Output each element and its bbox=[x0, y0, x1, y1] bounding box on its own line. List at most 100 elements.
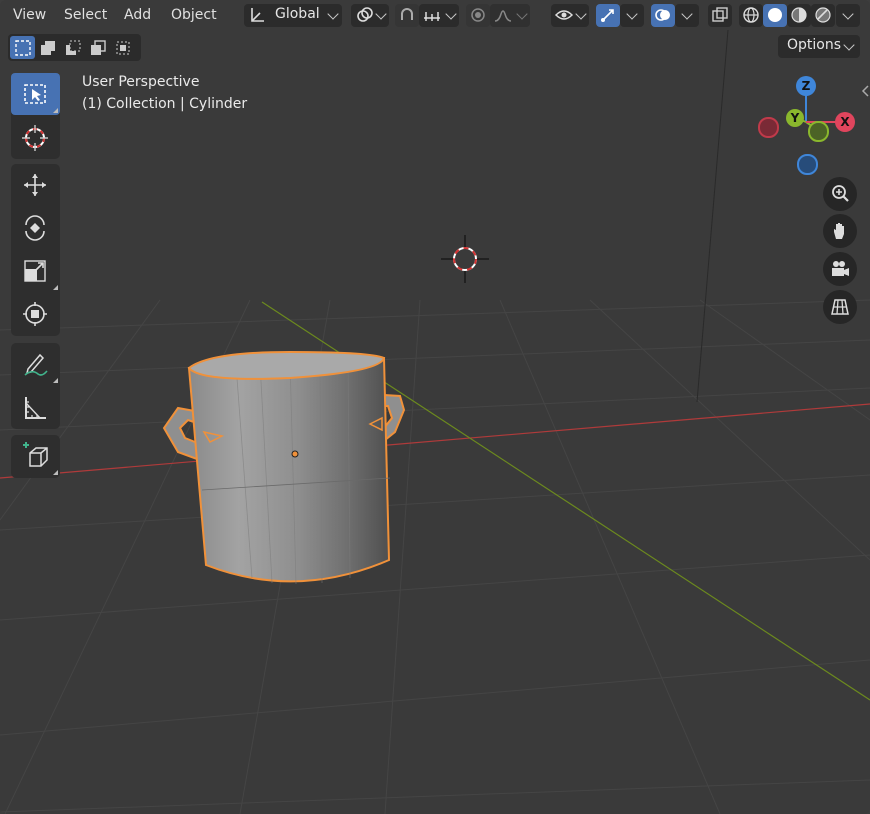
object-origin bbox=[291, 450, 299, 458]
select-mode-invert[interactable] bbox=[85, 36, 110, 59]
transform-tool[interactable] bbox=[11, 293, 60, 335]
shading-solid-button[interactable] bbox=[763, 4, 787, 27]
add-cube-icon bbox=[23, 442, 48, 467]
camera-view-button[interactable] bbox=[823, 252, 857, 286]
pan-button[interactable] bbox=[823, 214, 857, 248]
toolbar-group-select bbox=[11, 73, 60, 159]
menu-view[interactable]: View bbox=[5, 0, 54, 30]
gizmo-icon bbox=[601, 9, 614, 22]
3d-cursor bbox=[441, 235, 489, 283]
gizmo-x-axis[interactable]: X bbox=[835, 112, 855, 132]
cursor-tool[interactable] bbox=[11, 117, 60, 159]
tool-options-corner bbox=[53, 108, 58, 113]
pencil-icon bbox=[24, 353, 48, 376]
gizmo-y-axis[interactable]: Y bbox=[786, 109, 804, 127]
axis-orientation-icon bbox=[251, 8, 264, 22]
select-mode-extend[interactable] bbox=[35, 36, 60, 59]
rotate-tool[interactable] bbox=[11, 207, 60, 249]
selection-mode-group bbox=[8, 34, 141, 61]
cursor-crosshair-icon bbox=[22, 125, 48, 151]
snap-target-dropdown[interactable] bbox=[419, 4, 459, 27]
select-subtract-icon bbox=[66, 40, 81, 55]
menu-add[interactable]: Add bbox=[116, 0, 159, 30]
overlays-toggle[interactable] bbox=[651, 4, 675, 27]
select-mode-new[interactable] bbox=[10, 36, 35, 59]
annotate-tool[interactable] bbox=[11, 343, 60, 385]
orientation-label: Global bbox=[275, 6, 320, 22]
falloff-curve-icon bbox=[494, 10, 512, 22]
select-new-icon bbox=[15, 40, 31, 56]
solid-sphere-icon bbox=[768, 8, 782, 22]
wireframe-sphere-icon bbox=[743, 7, 759, 23]
gizmo-negative-y-axis[interactable] bbox=[808, 121, 829, 142]
chevron-down-icon bbox=[445, 8, 457, 20]
tool-options-corner bbox=[53, 285, 58, 290]
chevron-down-icon bbox=[681, 8, 693, 20]
select-box-icon bbox=[24, 84, 46, 104]
chevron-down-icon bbox=[575, 8, 587, 20]
view-perspective-label: User Perspective bbox=[82, 74, 200, 90]
xray-toggle[interactable] bbox=[708, 4, 732, 27]
menu-object[interactable]: Object bbox=[163, 0, 225, 30]
pivot-icon bbox=[357, 7, 373, 22]
overlays-icon bbox=[655, 9, 670, 21]
3d-viewport[interactable]: View Select Add Object Global Options Us… bbox=[0, 0, 870, 814]
options-label: Options bbox=[787, 37, 842, 53]
scale-icon bbox=[24, 260, 46, 282]
chevron-down-icon bbox=[626, 8, 638, 20]
ruler-icon bbox=[25, 397, 46, 419]
transform-icon bbox=[23, 302, 47, 326]
gizmo-toggle[interactable] bbox=[596, 4, 620, 27]
xray-icon bbox=[712, 7, 728, 22]
move-arrows-icon bbox=[24, 174, 46, 196]
options-dropdown[interactable]: Options bbox=[778, 35, 860, 58]
chevron-down-icon bbox=[375, 8, 387, 20]
select-box-tool[interactable] bbox=[11, 73, 60, 115]
measure-tool[interactable] bbox=[11, 387, 60, 429]
tool-options-corner bbox=[53, 378, 58, 383]
grid-perspective-icon bbox=[831, 299, 849, 315]
tool-options-corner bbox=[53, 470, 58, 475]
select-mode-intersect[interactable] bbox=[110, 36, 135, 59]
shading-material-button[interactable] bbox=[787, 4, 811, 27]
pivot-point-dropdown[interactable] bbox=[351, 4, 389, 27]
add-cube-tool[interactable] bbox=[11, 435, 60, 477]
scale-tool[interactable] bbox=[11, 250, 60, 292]
perspective-toggle-button[interactable] bbox=[823, 290, 857, 324]
gizmo-z-axis[interactable]: Z bbox=[796, 76, 816, 96]
chevron-down-icon bbox=[516, 8, 528, 20]
select-invert-icon bbox=[91, 40, 106, 55]
chevron-down-icon bbox=[843, 39, 855, 51]
toolbar-group-transform bbox=[11, 164, 60, 336]
shading-wireframe-button[interactable] bbox=[739, 4, 763, 27]
move-tool[interactable] bbox=[11, 164, 60, 206]
zoom-magnifier-icon bbox=[832, 185, 849, 202]
active-collection-label: (1) Collection | Cylinder bbox=[82, 96, 248, 112]
gizmo-dropdown[interactable] bbox=[620, 4, 644, 27]
scene-canvas[interactable] bbox=[0, 0, 870, 814]
shading-rendered-button[interactable] bbox=[811, 4, 835, 27]
snap-increment-icon bbox=[424, 12, 440, 21]
rotate-icon bbox=[25, 215, 45, 241]
object-visibility-dropdown[interactable] bbox=[551, 4, 589, 27]
select-mode-subtract[interactable] bbox=[60, 36, 85, 59]
eye-icon bbox=[554, 10, 574, 20]
toolbar-group-add bbox=[11, 435, 60, 478]
zoom-button[interactable] bbox=[823, 177, 857, 211]
toolbar-group-annotate bbox=[11, 343, 60, 429]
gizmo-negative-x-axis[interactable] bbox=[758, 117, 779, 138]
rendered-sphere-icon bbox=[815, 7, 831, 23]
proportional-edit-toggle[interactable] bbox=[466, 4, 490, 27]
falloff-dropdown[interactable] bbox=[490, 4, 530, 27]
sidebar-toggle-arrow-icon[interactable] bbox=[860, 84, 870, 98]
gizmo-negative-z-axis[interactable] bbox=[797, 154, 818, 175]
menu-select[interactable]: Select bbox=[56, 0, 115, 30]
transform-orientation-dropdown[interactable]: Global bbox=[244, 4, 342, 27]
snap-toggle[interactable] bbox=[395, 4, 419, 27]
viewport-header: View Select Add Object Global bbox=[0, 0, 870, 32]
overlays-dropdown[interactable] bbox=[675, 4, 699, 27]
shading-dropdown[interactable] bbox=[836, 4, 860, 27]
material-sphere-icon bbox=[791, 7, 807, 23]
chevron-down-icon bbox=[327, 8, 339, 20]
floor-grid bbox=[0, 29, 870, 814]
